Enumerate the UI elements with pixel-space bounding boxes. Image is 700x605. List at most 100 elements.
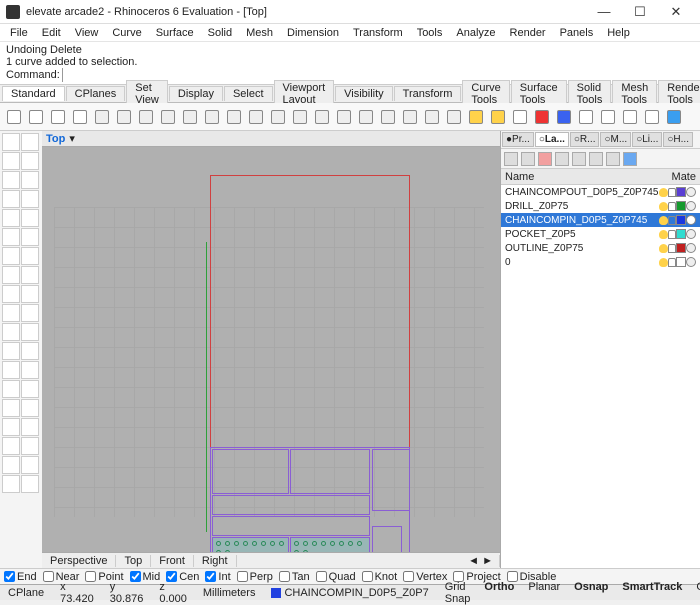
tool-button[interactable] [21, 133, 39, 151]
status-layer[interactable]: CHAINCOMPIN_D0P5_Z0P7 [267, 587, 432, 599]
tab-select[interactable]: Select [224, 86, 273, 101]
panel-tab[interactable]: ○R... [570, 132, 600, 147]
toolbar-button[interactable] [554, 107, 574, 127]
toolbar-button[interactable] [510, 107, 530, 127]
osnap-tan[interactable]: Tan [279, 571, 310, 583]
tool-button[interactable] [2, 152, 20, 170]
toolbar-button[interactable] [642, 107, 662, 127]
menu-solid[interactable]: Solid [202, 26, 238, 40]
tool-button[interactable] [2, 133, 20, 151]
layer-color[interactable] [676, 215, 686, 225]
toolbar-button[interactable] [224, 107, 244, 127]
toolbar-button[interactable] [334, 107, 354, 127]
viewport-area[interactable]: └y x [42, 147, 500, 552]
toolbar-button[interactable] [378, 107, 398, 127]
tool-button[interactable] [2, 304, 20, 322]
tool-button[interactable] [2, 266, 20, 284]
tool-button[interactable] [2, 285, 20, 303]
tool-button[interactable] [21, 209, 39, 227]
lock-icon[interactable] [668, 216, 676, 225]
menu-file[interactable]: File [4, 26, 34, 40]
delete-layer-icon[interactable] [538, 152, 552, 166]
bulb-icon[interactable] [659, 188, 668, 197]
tool-button[interactable] [2, 209, 20, 227]
toolbar-button[interactable] [70, 107, 90, 127]
layer-material[interactable] [686, 229, 696, 239]
toolbar-button[interactable] [532, 107, 552, 127]
toolbar-button[interactable] [290, 107, 310, 127]
tool-button[interactable] [2, 399, 20, 417]
panel-tab[interactable]: ○M... [600, 132, 631, 147]
tool-button[interactable] [21, 323, 39, 341]
viewtab-right[interactable]: Right [194, 555, 237, 567]
tool-button[interactable] [21, 361, 39, 379]
layer-filter-icon[interactable] [589, 152, 603, 166]
bulb-icon[interactable] [659, 216, 668, 225]
layer-color[interactable] [676, 187, 686, 197]
status-grid-snap[interactable]: Grid Snap [441, 581, 475, 605]
tool-button[interactable] [21, 228, 39, 246]
layer-tools-icon[interactable] [606, 152, 620, 166]
tool-button[interactable] [21, 304, 39, 322]
toolbar-button[interactable] [664, 107, 684, 127]
tool-button[interactable] [21, 171, 39, 189]
toolbar-button[interactable] [356, 107, 376, 127]
lock-icon[interactable] [668, 258, 676, 267]
tool-button[interactable] [2, 437, 20, 455]
layer-material[interactable] [686, 215, 696, 225]
osnap-quad[interactable]: Quad [316, 571, 356, 583]
toolbar-button[interactable] [26, 107, 46, 127]
tool-button[interactable] [21, 456, 39, 474]
toolbar-button[interactable] [598, 107, 618, 127]
tool-button[interactable] [21, 437, 39, 455]
bulb-icon[interactable] [659, 244, 668, 253]
menu-help[interactable]: Help [601, 26, 636, 40]
toolbar-button[interactable] [92, 107, 112, 127]
layer-col-material[interactable]: Mate [672, 171, 696, 183]
layer-color[interactable] [676, 201, 686, 211]
toolbar-button[interactable] [48, 107, 68, 127]
menu-curve[interactable]: Curve [106, 26, 147, 40]
osnap-knot[interactable]: Knot [362, 571, 398, 583]
panel-tab[interactable]: ○La... [535, 132, 569, 147]
status-gumball[interactable]: Gumball [692, 581, 700, 605]
layer-row[interactable]: CHAINCOMPOUT_D0P5_Z0P745 [501, 185, 700, 199]
tool-button[interactable] [21, 247, 39, 265]
toolbar-button[interactable] [114, 107, 134, 127]
viewport-menu-icon[interactable]: ▾ [69, 132, 75, 145]
tool-button[interactable] [21, 418, 39, 436]
layer-color[interactable] [676, 243, 686, 253]
tool-button[interactable] [21, 399, 39, 417]
layer-material[interactable] [686, 201, 696, 211]
toolbar-button[interactable] [4, 107, 24, 127]
status-cplane[interactable]: CPlane [4, 587, 48, 599]
menu-tools[interactable]: Tools [411, 26, 449, 40]
viewtab-perspective[interactable]: Perspective [42, 555, 116, 567]
tool-button[interactable] [2, 228, 20, 246]
layer-row[interactable]: OUTLINE_Z0P75 [501, 241, 700, 255]
tool-button[interactable] [21, 190, 39, 208]
tool-button[interactable] [2, 456, 20, 474]
status-smarttrack[interactable]: SmartTrack [618, 581, 686, 605]
tool-button[interactable] [2, 190, 20, 208]
tab-visibility[interactable]: Visibility [335, 86, 393, 101]
layer-row[interactable]: 0 [501, 255, 700, 269]
bulb-icon[interactable] [659, 202, 668, 211]
toolbar-button[interactable] [246, 107, 266, 127]
toolbar-button[interactable] [444, 107, 464, 127]
panel-tab[interactable]: ○Li... [632, 132, 662, 147]
new-layer-icon[interactable] [504, 152, 518, 166]
tab-display[interactable]: Display [169, 86, 223, 101]
tool-button[interactable] [2, 361, 20, 379]
menu-analyze[interactable]: Analyze [450, 26, 501, 40]
viewtab-front[interactable]: Front [151, 555, 194, 567]
menu-dimension[interactable]: Dimension [281, 26, 345, 40]
tool-button[interactable] [2, 323, 20, 341]
menu-edit[interactable]: Edit [36, 26, 67, 40]
toolbar-button[interactable] [576, 107, 596, 127]
toolbar-button[interactable] [466, 107, 486, 127]
menu-surface[interactable]: Surface [150, 26, 200, 40]
toolbar-button[interactable] [136, 107, 156, 127]
lock-icon[interactable] [668, 188, 676, 197]
layer-material[interactable] [686, 257, 696, 267]
